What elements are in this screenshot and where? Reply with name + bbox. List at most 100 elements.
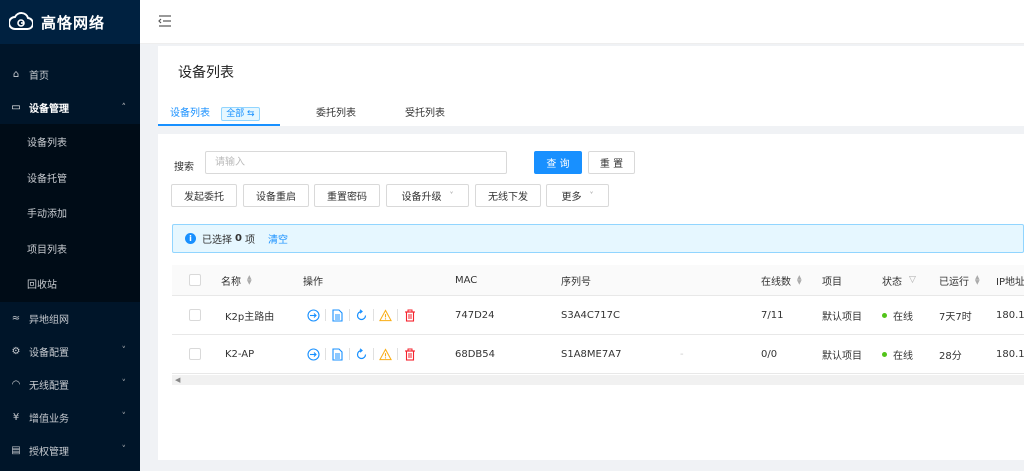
- header-ops: 操作: [303, 276, 323, 288]
- device-reboot-button[interactable]: 设备重启: [243, 184, 309, 207]
- menu-device-management[interactable]: ▭ 设备管理 ˄: [0, 91, 140, 124]
- menu-wireless-config[interactable]: ◠ 无线配置 ˅: [0, 368, 140, 401]
- chevron-down-icon: ˅: [121, 346, 127, 356]
- header-status-label: 状态: [882, 276, 902, 288]
- search-label: 搜索: [174, 162, 194, 173]
- selection-alert: i 已选择 0 项 清空: [172, 224, 1024, 253]
- menu-device-config[interactable]: ⚙ 设备配置 ˅: [0, 335, 140, 368]
- device-project: 默认项目: [822, 311, 862, 323]
- refresh-icon[interactable]: [355, 308, 368, 322]
- device-status: 在线: [882, 335, 913, 373]
- login-icon[interactable]: [307, 347, 320, 361]
- table-row[interactable]: K2-AP 68DB54 S1A8ME7A7 - 0/0 默认项目 在线 28分…: [172, 335, 1024, 374]
- start-entrust-button[interactable]: 发起委托: [171, 184, 237, 207]
- header-serial: 序列号: [561, 276, 591, 288]
- filter-badge[interactable]: 全部 ⇆: [221, 107, 260, 121]
- row-checkbox[interactable]: [189, 309, 201, 321]
- select-all-checkbox[interactable]: [189, 274, 201, 286]
- sort-icon[interactable]: ▲ ▼: [247, 275, 252, 286]
- separator: [373, 348, 374, 360]
- row-select-cell: [189, 335, 201, 373]
- submenu-item-project-list[interactable]: 项目列表: [0, 231, 140, 267]
- document-icon[interactable]: [331, 347, 344, 361]
- header-status[interactable]: 状态 ▽: [882, 265, 916, 295]
- device-mac: 68DB54: [455, 348, 496, 360]
- online-dot-icon: [882, 351, 887, 357]
- separator: [349, 348, 350, 360]
- separator: [397, 348, 398, 360]
- menu-value-added[interactable]: ¥ 增值业务 ˅: [0, 401, 140, 434]
- gear-icon: ⚙: [11, 345, 21, 357]
- menu-remote-network-label: 异地组网: [29, 314, 69, 326]
- device-status-label: 在线: [893, 311, 913, 323]
- menu-fold-icon[interactable]: [158, 15, 172, 27]
- header-uptime-label: 已运行: [939, 276, 969, 288]
- row-actions: [307, 296, 416, 334]
- warning-icon[interactable]: [379, 308, 392, 322]
- chevron-down-icon: ˅: [121, 379, 127, 389]
- device-online-count: 0/0: [761, 348, 778, 360]
- card-icon: ▤: [11, 444, 21, 456]
- tab-device-list[interactable]: 设备列表 全部 ⇆: [170, 104, 260, 121]
- network-icon: ≈: [11, 312, 21, 324]
- home-icon: ⌂: [12, 69, 20, 80]
- table-row[interactable]: K2p主路由 747D24 S3A4C717C 7/11 默认项目 在线 7天7…: [172, 296, 1024, 335]
- horizontal-scrollbar[interactable]: ◀: [172, 375, 1024, 385]
- menu-home-label: 首页: [29, 71, 49, 82]
- menu-remote-network[interactable]: ≈ 异地组网: [0, 302, 140, 335]
- tab-entrusted-list[interactable]: 受托列表: [405, 104, 445, 119]
- page-header: 设备列表 设备列表 全部 ⇆ 委托列表 受托列表: [158, 46, 1024, 126]
- query-button[interactable]: 查 询: [534, 151, 582, 174]
- chevron-up-icon: ˄: [121, 102, 127, 113]
- refresh-icon[interactable]: [355, 347, 368, 361]
- more-dropdown[interactable]: 更多 ˅: [546, 184, 609, 207]
- select-all-cell: [189, 265, 201, 295]
- menu-device-config-label: 设备配置: [29, 347, 69, 359]
- clear-selection-link[interactable]: 清空: [268, 231, 288, 246]
- tab-entrust-list[interactable]: 委托列表: [316, 104, 356, 119]
- submenu-item-device-list[interactable]: 设备列表: [0, 124, 140, 160]
- top-bar: [140, 0, 1024, 44]
- device-ip: 180.13: [996, 348, 1024, 360]
- scroll-left-icon[interactable]: ◀: [175, 376, 180, 384]
- sort-icon[interactable]: ▲ ▼: [975, 275, 980, 286]
- yen-icon: ¥: [12, 411, 20, 423]
- device-upgrade-dropdown[interactable]: 设备升级 ˅: [386, 184, 469, 207]
- filter-icon[interactable]: ▽: [909, 275, 916, 285]
- separator: [325, 309, 326, 321]
- serial-extra-dash: -: [680, 348, 684, 360]
- submenu-item-manual-add[interactable]: 手动添加: [0, 195, 140, 231]
- document-icon[interactable]: [331, 308, 344, 322]
- device-status: 在线: [882, 296, 913, 334]
- header-ip: IP地址: [996, 276, 1024, 288]
- wireless-deploy-button[interactable]: 无线下发: [475, 184, 541, 207]
- submenu-item-recycle-bin[interactable]: 回收站: [0, 266, 140, 302]
- header-name[interactable]: 名称 ▲ ▼: [221, 265, 252, 295]
- sort-icon[interactable]: ▲ ▼: [797, 275, 802, 286]
- submenu-item-device-hosting[interactable]: 设备托管: [0, 160, 140, 196]
- chevron-down-icon: ˅: [589, 191, 594, 200]
- reset-password-button[interactable]: 重置密码: [314, 184, 380, 207]
- device-uptime: 28分: [939, 350, 962, 362]
- header-uptime[interactable]: 已运行 ▲ ▼: [939, 265, 980, 295]
- header-online-count[interactable]: 在线数 ▲ ▼: [761, 265, 802, 295]
- delete-icon[interactable]: [403, 309, 416, 322]
- chevron-down-icon: ˅: [121, 412, 127, 422]
- row-select-cell: [189, 296, 201, 334]
- row-checkbox[interactable]: [189, 348, 201, 360]
- menu-home[interactable]: ⌂ 首页: [0, 58, 140, 91]
- menu-auth-management[interactable]: ▤ 授权管理 ˅: [0, 434, 140, 467]
- sidebar: 高恪网络 ⌂ 首页 ▭ 设备管理 ˄ 设备列表 设备托管 手动添加 项目列表 回…: [0, 0, 140, 471]
- header-mac: MAC: [455, 274, 478, 286]
- logo[interactable]: 高恪网络: [0, 0, 140, 44]
- warning-icon[interactable]: [379, 347, 392, 361]
- search-input[interactable]: [205, 151, 507, 174]
- reset-button[interactable]: 重 置: [588, 151, 635, 174]
- login-icon[interactable]: [307, 308, 320, 322]
- separator: [397, 309, 398, 321]
- page-title: 设备列表: [178, 65, 234, 81]
- delete-icon[interactable]: [403, 348, 416, 361]
- active-tab-indicator: [158, 124, 280, 126]
- header-project: 项目: [822, 276, 842, 288]
- tab-device-list-label: 设备列表: [170, 108, 210, 119]
